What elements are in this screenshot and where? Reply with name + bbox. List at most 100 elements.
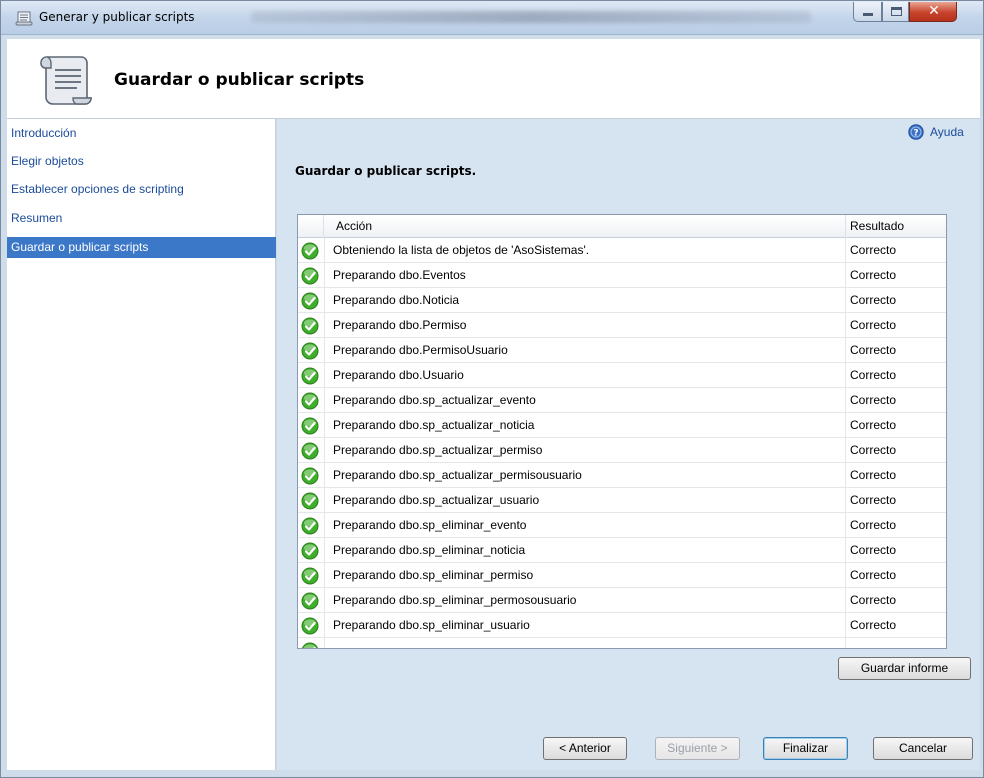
row-accion-cell: Preparando dbo.sp_actualizar_noticia [324, 413, 846, 438]
table-row[interactable]: Preparando dbo.Usuario Correcto [298, 363, 946, 388]
row-resultado-cell: Correcto [850, 368, 897, 382]
row-resultado-cell: Correcto [850, 318, 897, 332]
table-row[interactable] [298, 638, 946, 648]
row-resultado-cell: Correcto [850, 618, 897, 632]
row-accion-cell: Preparando dbo.Usuario [324, 363, 846, 388]
svg-text:?: ? [913, 129, 918, 139]
success-check-icon [301, 492, 319, 510]
row-resultado-cell [846, 638, 946, 648]
row-accion-cell: Preparando dbo.Noticia [324, 288, 846, 313]
minimize-button[interactable] [853, 2, 882, 22]
title-bar[interactable]: Generar y publicar scripts ✕ [1, 1, 983, 35]
column-header-resultado[interactable]: Resultado [846, 215, 946, 238]
row-accion-cell: Preparando dbo.Permiso [324, 313, 846, 338]
row-accion-cell: Preparando dbo.sp_actualizar_evento [324, 388, 846, 413]
success-check-icon [301, 292, 319, 310]
success-check-icon [301, 542, 319, 560]
row-resultado-cell: Correcto [850, 493, 897, 507]
row-resultado-cell: Correcto [850, 543, 897, 557]
row-resultado-cell: Correcto [850, 568, 897, 582]
save-report-button[interactable]: Guardar informe [838, 657, 971, 680]
row-resultado-cell: Correcto [850, 468, 897, 482]
row-resultado-cell: Correcto [850, 293, 897, 307]
table-row[interactable]: Preparando dbo.Permiso Correcto [298, 313, 946, 338]
table-row[interactable]: Preparando dbo.PermisoUsuario Correcto [298, 338, 946, 363]
table-row[interactable]: Preparando dbo.sp_eliminar_permosousuari… [298, 588, 946, 613]
success-check-icon [301, 467, 319, 485]
maximize-icon [891, 7, 902, 16]
wizard-header: Guardar o publicar scripts [7, 39, 980, 119]
table-row[interactable]: Preparando dbo.sp_eliminar_usuario Correc… [298, 613, 946, 638]
help-label: Ayuda [930, 125, 964, 139]
row-accion-cell: Preparando dbo.sp_eliminar_permosousuari… [324, 588, 846, 613]
row-accion-cell: Preparando dbo.sp_eliminar_usuario [324, 613, 846, 638]
results-grid[interactable]: Acción Resultado Obteniendo la lista de … [297, 214, 947, 649]
row-resultado-cell: Correcto [850, 443, 897, 457]
success-check-icon [301, 617, 319, 635]
row-accion-cell: Preparando dbo.sp_actualizar_permisousua… [324, 463, 846, 488]
sidebar-item-guardar-publicar[interactable]: Guardar o publicar scripts [7, 237, 276, 258]
success-check-icon [301, 567, 319, 585]
success-check-icon [301, 417, 319, 435]
sidebar-item-opciones-scripting[interactable]: Establecer opciones de scripting [7, 179, 276, 200]
main-panel: ? Ayuda Guardar o publicar scripts. Acci… [277, 119, 980, 770]
success-check-icon [301, 242, 319, 260]
success-check-icon [301, 267, 319, 285]
table-row[interactable]: Preparando dbo.sp_eliminar_noticia Correc… [298, 538, 946, 563]
table-row[interactable]: Preparando dbo.Eventos Correcto [298, 263, 946, 288]
cancel-button[interactable]: Cancelar [873, 737, 973, 760]
wizard-window: Generar y publicar scripts ✕ Guardar o p… [0, 0, 984, 778]
table-row[interactable]: Preparando dbo.sp_eliminar_permiso Correc… [298, 563, 946, 588]
window-title: Generar y publicar scripts [39, 10, 195, 24]
table-row[interactable]: Obteniendo la lista de objetos de 'AsoSi… [298, 238, 946, 263]
sidebar-item-elegir-objetos[interactable]: Elegir objetos [7, 151, 276, 172]
row-accion-cell: Preparando dbo.sp_actualizar_usuario [324, 488, 846, 513]
close-icon: ✕ [928, 3, 940, 19]
success-check-icon [301, 442, 319, 460]
row-resultado-cell: Correcto [850, 343, 897, 357]
blurred-title-area [251, 11, 811, 23]
close-button[interactable]: ✕ [909, 2, 957, 22]
previous-button[interactable]: < Anterior [543, 737, 627, 760]
row-accion-cell: Obteniendo la lista de objetos de 'AsoSi… [324, 238, 846, 263]
success-check-icon [301, 392, 319, 410]
grid-rows: Obteniendo la lista de objetos de 'AsoSi… [298, 238, 946, 648]
sidebar-item-resumen[interactable]: Resumen [7, 208, 276, 229]
row-resultado-cell: Correcto [850, 268, 897, 282]
table-row[interactable]: Preparando dbo.sp_eliminar_evento Correct… [298, 513, 946, 538]
row-accion-cell: Preparando dbo.sp_eliminar_evento [324, 513, 846, 538]
help-link[interactable]: ? Ayuda [908, 124, 980, 142]
finish-button[interactable]: Finalizar [763, 737, 848, 760]
success-check-icon [301, 517, 319, 535]
table-row[interactable]: Preparando dbo.sp_actualizar_permisousua… [298, 463, 946, 488]
maximize-button[interactable] [882, 2, 909, 22]
row-accion-cell: Preparando dbo.sp_actualizar_permiso [324, 438, 846, 463]
row-resultado-cell: Correcto [850, 243, 897, 257]
status-column-header[interactable] [298, 215, 324, 238]
row-accion-cell: Preparando dbo.PermisoUsuario [324, 338, 846, 363]
next-button[interactable]: Siguiente > [655, 737, 740, 760]
table-row[interactable]: Preparando dbo.sp_actualizar_noticia Corr… [298, 413, 946, 438]
row-accion-cell: Preparando dbo.Eventos [324, 263, 846, 288]
success-check-icon [302, 642, 318, 648]
table-row[interactable]: Preparando dbo.sp_actualizar_evento Corre… [298, 388, 946, 413]
grid-header: Acción Resultado [298, 215, 946, 238]
page-heading: Guardar o publicar scripts [114, 70, 365, 90]
row-accion-cell: Preparando dbo.sp_eliminar_permiso [324, 563, 846, 588]
table-row[interactable]: Preparando dbo.sp_actualizar_usuario Corr… [298, 488, 946, 513]
table-row[interactable]: Preparando dbo.Noticia Correcto [298, 288, 946, 313]
minimize-icon [863, 13, 873, 16]
success-check-icon [301, 317, 319, 335]
success-check-icon [301, 367, 319, 385]
row-resultado-cell: Correcto [850, 393, 897, 407]
column-header-accion[interactable]: Acción [324, 215, 846, 238]
scroll-app-icon [15, 11, 33, 26]
sidebar-item-introduccion[interactable]: Introducción [7, 123, 276, 144]
grid-scrollbar[interactable]: ▲ ▼ [946, 215, 947, 648]
section-title: Guardar o publicar scripts. [295, 164, 477, 178]
help-icon: ? [908, 124, 924, 140]
row-resultado-cell: Correcto [850, 418, 897, 432]
row-resultado-cell: Correcto [850, 518, 897, 532]
table-row[interactable]: Preparando dbo.sp_actualizar_permiso Corr… [298, 438, 946, 463]
wizard-sidebar: Introducción Elegir objetos Establecer o… [7, 119, 276, 770]
